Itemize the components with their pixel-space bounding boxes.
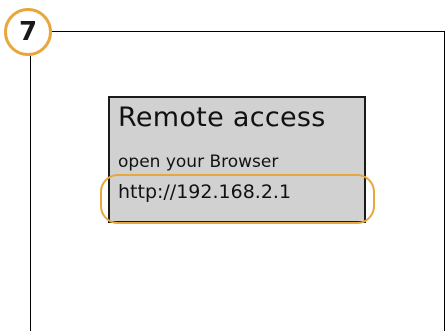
- step-number-badge: 7: [4, 8, 52, 56]
- step-number: 7: [18, 17, 38, 47]
- url-highlight-ring: [100, 174, 375, 224]
- instruction-figure: 7 Remote access open your Browser http:/…: [0, 0, 445, 331]
- display-instruction: open your Browser: [118, 152, 279, 172]
- display-title: Remote access: [118, 102, 326, 133]
